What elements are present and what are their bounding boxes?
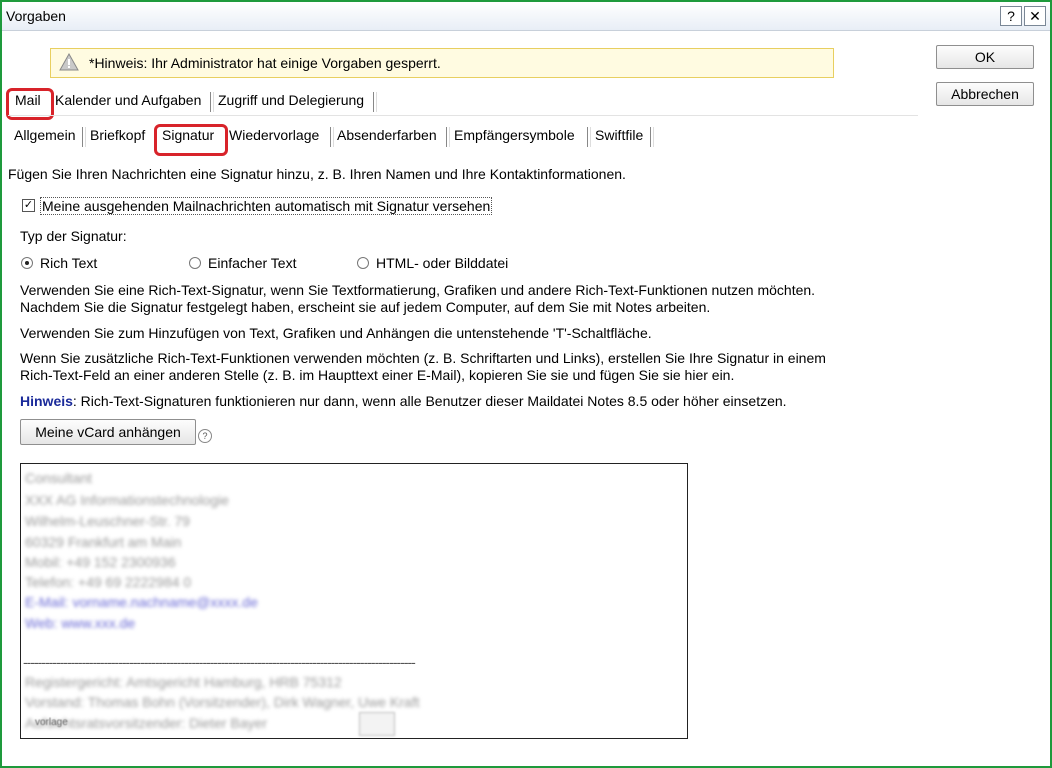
radio-html-file-label[interactable]: HTML- oder Bilddatei [376,255,508,271]
dialog-window: Vorgaben ? ✕ *Hinweis: Ihr Administrator… [0,0,1052,768]
help-icon[interactable]: ? [198,429,212,443]
signature-line: Consultant [25,470,92,486]
title-bar: Vorgaben ? ✕ [2,2,1050,31]
note-text: : Rich-Text-Signaturen funktionieren nur… [72,393,787,409]
signature-type-label: Typ der Signatur: [20,228,127,244]
admin-notice: *Hinweis: Ihr Administrator hat einige V… [50,48,834,78]
cancel-button[interactable]: Abbrechen [936,82,1034,106]
warning-icon [59,52,79,74]
para3-line1: Wenn Sie zusätzliche Rich-Text-Funktione… [20,350,826,366]
signature-footer-line: Registergericht: Amtsgericht Hamburg, HR… [25,674,342,690]
note-label: Hinweis [20,393,73,409]
tab-separator [82,127,86,147]
tab-separator [446,127,450,147]
tab-empfaengersymbole[interactable]: Empfängersymbole [454,127,575,143]
para3-line2: Rich-Text-Feld an einer anderen Stelle (… [20,367,735,383]
window-title: Vorgaben [6,8,66,24]
signature-line: XXX AG Informationstechnologie [25,492,229,508]
signature-editor[interactable]: Consultant XXX AG Informationstechnologi… [20,463,688,739]
tab-wiedervorlage[interactable]: Wiedervorlage [229,127,319,143]
ok-button[interactable]: OK [936,45,1034,69]
auto-signature-checkbox[interactable]: ✓ [22,199,35,212]
tab-separator [330,127,334,147]
radio-plain-text[interactable] [189,257,201,269]
radio-html-file[interactable] [357,257,369,269]
tab-separator [210,92,214,112]
radio-rich-text[interactable] [21,257,33,269]
signature-separator: ----------------------------------------… [23,654,416,670]
tab-divider [8,115,918,116]
tab-kalender[interactable]: Kalender und Aufgaben [55,92,201,108]
para1-line1: Verwenden Sie eine Rich-Text-Signatur, w… [20,282,816,298]
tab-zugriff[interactable]: Zugriff und Delegierung [218,92,364,108]
signature-email-line: E-Mail: vorname.nachname@xxxx.de [25,594,258,610]
radio-rich-text-label[interactable]: Rich Text [40,255,97,271]
signature-line: Telefon: +49 69 2222984 0 [25,574,192,590]
watermark-box [359,712,395,736]
tab-separator [650,127,654,147]
close-button[interactable]: ✕ [1024,6,1046,26]
tab-swiftfile[interactable]: Swiftfile [595,127,643,143]
intro-text: Fügen Sie Ihren Nachrichten eine Signatu… [8,166,626,182]
help-button[interactable]: ? [1000,6,1022,26]
signature-footer-line: Vorstand: Thomas Bohn (Vorsitzender), Di… [25,694,420,710]
signature-line: Mobil: +49 152 2300936 [25,554,176,570]
tab-signatur[interactable]: Signatur [162,127,214,143]
tab-briefkopf[interactable]: Briefkopf [90,127,145,143]
vcard-button[interactable]: Meine vCard anhängen [20,419,196,445]
notice-text: *Hinweis: Ihr Administrator hat einige V… [89,55,441,71]
signature-line: Wilhelm-Leuschner-Str. 79 [25,513,190,529]
tab-mail[interactable]: Mail [15,92,41,108]
auto-signature-label[interactable]: Meine ausgehenden Mailnachrichten automa… [40,197,493,215]
radio-plain-text-label[interactable]: Einfacher Text [208,255,296,271]
para2: Verwenden Sie zum Hinzufügen von Text, G… [20,325,652,341]
tab-absenderfarben[interactable]: Absenderfarben [337,127,437,143]
tab-allgemein[interactable]: Allgemein [14,127,75,143]
signature-web-line: Web: www.xxx.de [25,615,136,631]
signature-line: 60329 Frankfurt am Main [25,534,182,550]
watermark-text: vorlage [35,717,68,728]
note-line: Hinweis: Rich-Text-Signaturen funktionie… [20,393,787,409]
tab-separator [373,92,377,112]
tab-separator [587,127,591,147]
para1-line2: Nachdem Sie die Signatur festgelegt habe… [20,299,711,315]
